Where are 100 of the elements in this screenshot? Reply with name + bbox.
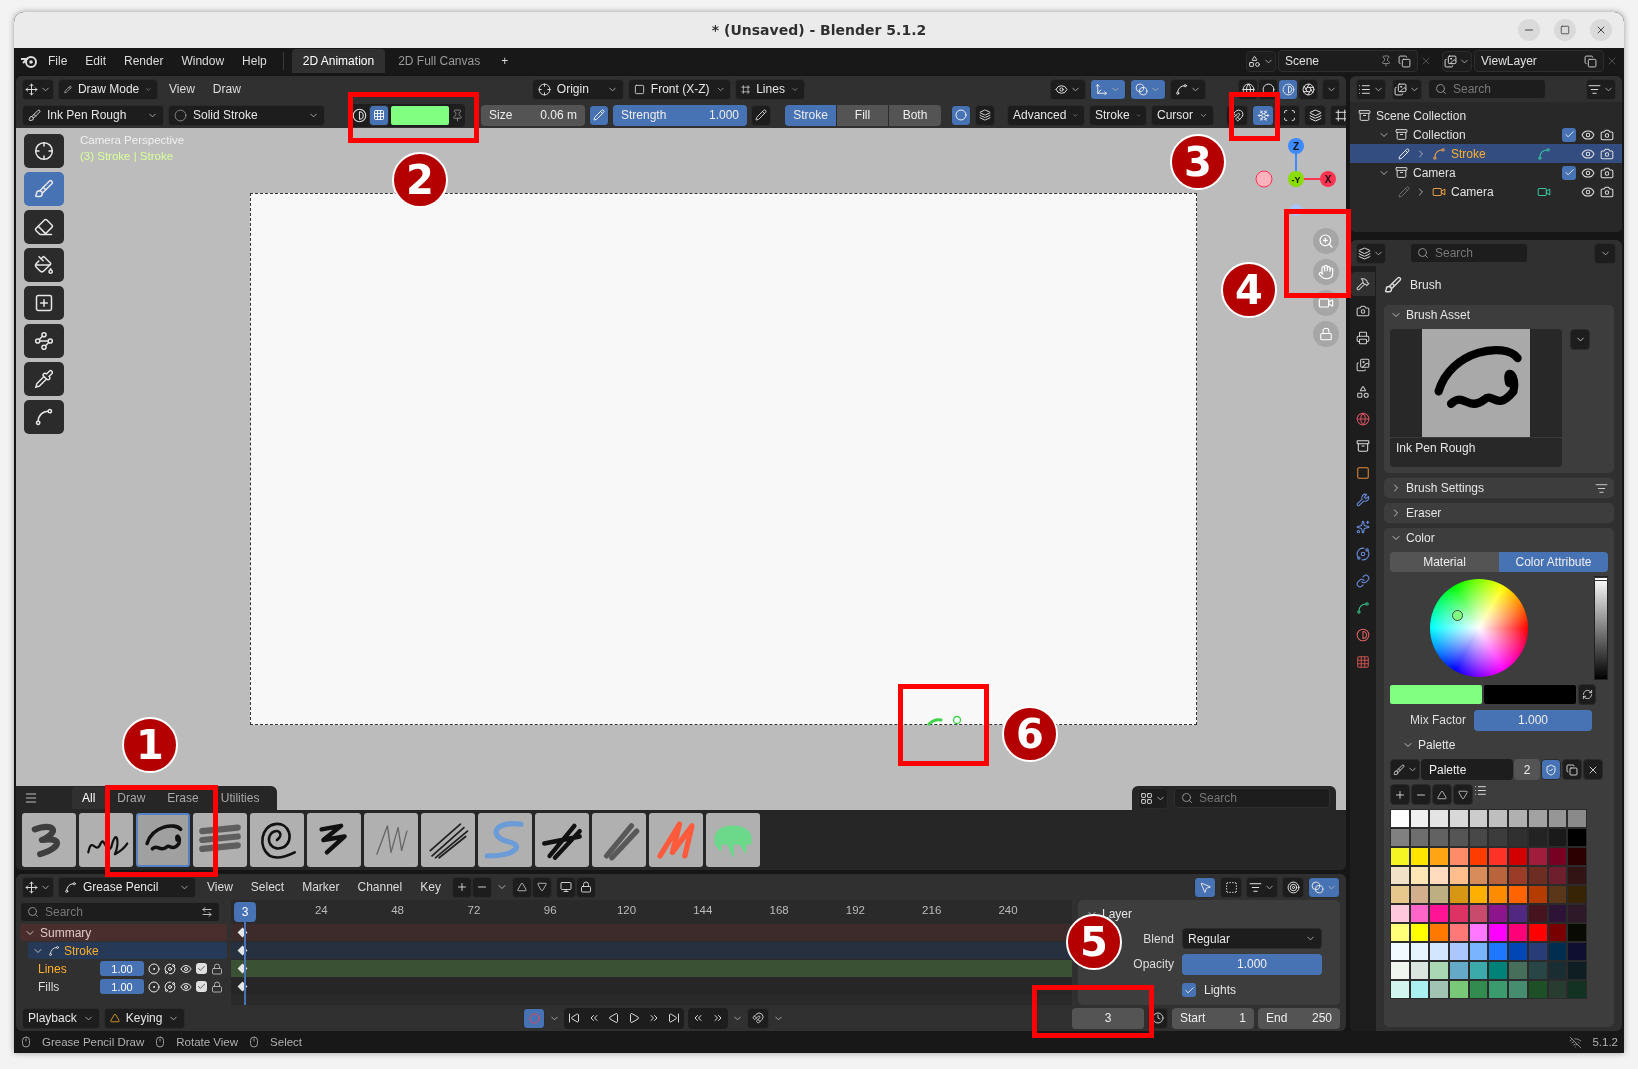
menu-item[interactable]: View xyxy=(162,80,202,98)
end-frame-field[interactable]: End 250 xyxy=(1258,1007,1340,1029)
group-channel[interactable]: Stroke xyxy=(28,942,227,959)
outliner-label: Camera xyxy=(1451,184,1495,199)
mode-toggle[interactable]: Fill xyxy=(837,104,889,126)
palette-name-field[interactable]: Palette xyxy=(1421,759,1513,780)
editor-mode-dropdown[interactable]: Grease Pencil xyxy=(58,876,196,898)
outliner-row[interactable]: Collection xyxy=(1350,125,1622,144)
mode-dropdown[interactable]: Draw Mode xyxy=(58,78,158,100)
search-field[interactable]: Search xyxy=(1410,243,1528,263)
outliner-label: Scene Collection xyxy=(1376,108,1468,123)
mix-factor-slider[interactable]: 1.000 xyxy=(1474,709,1592,731)
channel-label: Stroke xyxy=(64,943,100,958)
outliner-row[interactable]: Camera xyxy=(1350,182,1622,201)
brush-dropdown[interactable]: Ink Pen Rough xyxy=(22,104,164,126)
options-dropdown[interactable]: Cursor xyxy=(1151,104,1214,126)
playback-dropdown[interactable]: Playback xyxy=(22,1007,100,1029)
outliner-label: Collection xyxy=(1413,127,1467,142)
panel-title: Brush Asset xyxy=(1406,308,1472,322)
material-dropdown[interactable]: Solid Stroke xyxy=(168,104,325,126)
mode-toggle[interactable]: Stroke xyxy=(785,104,837,126)
panel-title: Brush Settings xyxy=(1406,481,1486,495)
menu-item[interactable]: Channel xyxy=(350,878,410,896)
outliner-label: Stroke xyxy=(1451,146,1487,161)
axis-gizmo-drawing[interactable]: Z -Y X xyxy=(1254,134,1338,218)
frame-number: 216 xyxy=(922,904,942,916)
panel-title: Palette xyxy=(1418,738,1457,752)
shelf-tab[interactable]: Draw xyxy=(107,787,156,809)
search-field[interactable]: Search xyxy=(20,902,220,922)
brush-preview[interactable]: Ink Pen Rough xyxy=(1390,329,1562,467)
workspace-tab[interactable]: 2D Animation xyxy=(291,49,386,73)
channel-label: Summary xyxy=(40,925,93,940)
pivot-dropdown[interactable]: Origin xyxy=(531,78,624,100)
frame-number: 72 xyxy=(467,904,481,916)
user-count-field[interactable]: 2 xyxy=(1514,759,1540,780)
field-label: Mix Factor xyxy=(1409,713,1466,727)
menu-item[interactable]: File xyxy=(40,51,76,71)
context-title: Brush xyxy=(1410,278,1442,292)
outliner-label: Camera xyxy=(1413,165,1457,180)
mode-toggle[interactable]: Both xyxy=(889,104,941,126)
checkbox-label: Lights xyxy=(1204,983,1237,998)
strength-slider[interactable]: Strength 1.000 xyxy=(613,104,747,126)
channel-label: Fills xyxy=(38,979,61,994)
menu-item[interactable]: Key xyxy=(413,878,448,896)
frame-number: 144 xyxy=(693,904,713,916)
workspace-tab[interactable]: 2D Full Canvas xyxy=(387,49,492,73)
layer-channel[interactable]: Fills 1.00 xyxy=(20,978,227,995)
menu-item[interactable]: Window xyxy=(173,51,233,71)
frame-number: 96 xyxy=(543,904,557,916)
search-field[interactable]: Search xyxy=(1174,788,1330,808)
orientation-dropdown[interactable]: Front (X-Z) xyxy=(627,78,731,100)
status-hint: Grease Pencil Draw xyxy=(42,1036,145,1048)
blend-dropdown[interactable]: Regular xyxy=(1182,928,1322,950)
menu-item[interactable]: Select xyxy=(243,878,292,896)
placement-dropdown[interactable]: Lines xyxy=(734,78,805,100)
frame-number: 120 xyxy=(616,904,637,916)
object-info: (3) Stroke | Stroke xyxy=(80,150,175,162)
menu-item[interactable]: Marker xyxy=(295,878,347,896)
axis-label: -Y xyxy=(1291,175,1301,185)
summary-channel[interactable]: Summary xyxy=(20,924,227,941)
outliner-row[interactable]: Camera xyxy=(1350,163,1622,182)
menu-item[interactable]: Edit xyxy=(77,51,115,71)
axis-label: X xyxy=(1324,174,1332,185)
add-workspace-button[interactable]: + xyxy=(493,51,517,71)
version-label: 5.1.2 xyxy=(1592,1036,1618,1048)
menu-item[interactable]: Help xyxy=(234,51,275,71)
menu-item[interactable]: Draw xyxy=(205,80,248,98)
color-mode-toggle[interactable]: Material xyxy=(1390,552,1499,572)
opacity-slider[interactable]: 1.000 xyxy=(1182,953,1322,975)
size-field[interactable]: Size 0.06 m xyxy=(481,104,585,126)
field-label: Opacity xyxy=(1132,957,1174,972)
scene-selector[interactable]: Scene xyxy=(1278,50,1418,72)
channel-label: Lines xyxy=(38,961,68,976)
shelf-tab[interactable]: Erase xyxy=(157,787,209,809)
frame-number: 24 xyxy=(314,904,328,916)
outliner-row[interactable]: Scene Collection xyxy=(1350,106,1622,125)
frame-number: 192 xyxy=(845,904,865,916)
view-layer-selector[interactable]: ViewLayer xyxy=(1474,50,1604,72)
opacity-field[interactable]: 1.00 xyxy=(100,979,144,994)
current-frame-field[interactable]: 3 xyxy=(1072,1007,1144,1029)
start-frame-field[interactable]: Start 1 xyxy=(1172,1007,1254,1029)
shelf-tab[interactable]: All xyxy=(72,787,106,809)
color-mode-toggle[interactable]: Color Attribute xyxy=(1499,552,1608,572)
layer-channel[interactable]: Lines 1.00 xyxy=(20,960,227,977)
shelf-tab[interactable]: Utilities xyxy=(210,787,270,809)
frame-number: 48 xyxy=(391,904,404,916)
keying-dropdown[interactable]: Keying xyxy=(103,1007,186,1029)
frame-number: 240 xyxy=(998,904,1018,916)
search-field[interactable]: Search xyxy=(1428,79,1546,99)
options-dropdown[interactable]: Stroke xyxy=(1089,104,1147,126)
opacity-field[interactable]: 1.00 xyxy=(100,961,144,976)
menu-item[interactable]: Render xyxy=(116,51,172,71)
current-frame-marker[interactable]: 3 xyxy=(234,902,256,922)
menu-item[interactable]: View xyxy=(200,878,240,896)
axis-label: Z xyxy=(1292,141,1300,152)
options-dropdown[interactable]: Advanced xyxy=(1007,104,1085,126)
window-title: * (Unsaved) - Blender 5.1.2 xyxy=(711,22,927,38)
panel-title: Color xyxy=(1406,531,1436,545)
outliner-row[interactable]: Stroke xyxy=(1350,144,1622,163)
field-label: Blend xyxy=(1142,931,1174,946)
